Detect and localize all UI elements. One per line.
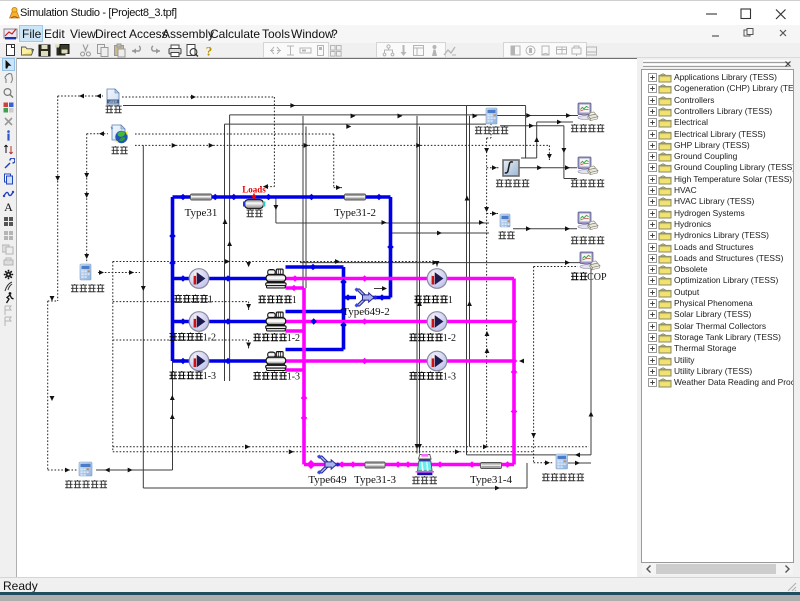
svg-text:Type31-2: Type31-2: [334, 207, 376, 219]
svg-text:A: A: [4, 200, 13, 213]
svg-text:Type649: Type649: [308, 474, 347, 486]
svg-text:COP: COP: [587, 272, 607, 283]
svg-text:Type31: Type31: [185, 207, 218, 219]
svg-text:1-2: 1-2: [287, 333, 300, 344]
svg-text:Loads: Loads: [242, 185, 266, 195]
svg-text:Type649-2: Type649-2: [342, 306, 390, 318]
svg-text:1: 1: [448, 295, 453, 306]
svg-text:Type31-3: Type31-3: [354, 474, 396, 486]
svg-text:1-2: 1-2: [203, 332, 216, 343]
svg-text:USER: USER: [109, 100, 119, 104]
svg-text:1-3: 1-3: [443, 371, 456, 382]
svg-text:1: 1: [208, 294, 213, 305]
svg-text:Type31-4: Type31-4: [470, 474, 512, 486]
svg-text:1-2: 1-2: [443, 333, 456, 344]
svg-text:?: ?: [206, 44, 213, 59]
svg-text:1-3: 1-3: [203, 371, 216, 382]
svg-text:1-3: 1-3: [287, 371, 300, 382]
svg-text:1: 1: [292, 295, 297, 306]
